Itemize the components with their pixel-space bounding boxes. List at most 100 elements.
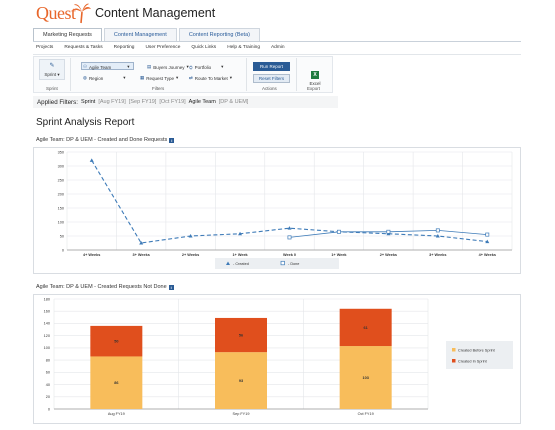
y-tick-label: 80 — [46, 358, 50, 362]
y-tick-label: 300 — [58, 164, 64, 168]
bar-value-label: 93 — [239, 379, 243, 383]
y-tick-label: 160 — [44, 310, 50, 314]
y-tick-label: 200 — [58, 192, 64, 196]
y-tick-label: 50 — [60, 234, 64, 238]
menu-item-help-training[interactable]: Help & Training — [227, 45, 260, 50]
info-icon[interactable]: i — [168, 284, 174, 290]
y-tick-label: 40 — [46, 383, 50, 387]
excel-export-button[interactable]: X Excel — [303, 63, 327, 86]
tab-marketing-requests[interactable]: Marketing Requests — [33, 28, 102, 41]
team-icon: ⚇ — [83, 64, 88, 69]
data-point-done — [287, 235, 292, 240]
line-chart-legend: - Created - Done — [215, 258, 339, 269]
menu-item-quick-links[interactable]: Quick Links — [191, 45, 216, 50]
y-tick-label: 250 — [58, 178, 64, 182]
y-tick-label: 0 — [62, 248, 64, 252]
applied-filters-bar: Applied Filters: Sprint [Aug FY19] [Sep … — [33, 96, 338, 108]
route-icon: ⇄ — [189, 75, 193, 80]
menu-item-admin[interactable]: Admin — [271, 45, 285, 50]
excel-icon: X — [311, 71, 319, 79]
applied-filter-tag: [DP & UEM] — [218, 99, 249, 105]
palm-tree-icon — [72, 3, 91, 24]
menu-item-user-preference[interactable]: User Preference — [145, 45, 180, 50]
legend-swatch — [452, 348, 456, 352]
chevron-down-icon: ▾ — [229, 75, 232, 80]
nav-menu: Projects Requests & Tasks Reporting User… — [36, 45, 285, 50]
sprint-icon: ✎ — [49, 63, 55, 69]
x-tick-label: Sep FY19 — [233, 412, 250, 416]
applied-filter-tag: [Oct FY19] — [159, 99, 186, 105]
data-point-done — [336, 229, 341, 234]
info-icon[interactable]: i — [169, 137, 175, 143]
legend-label: Created Before Sprint — [458, 348, 496, 352]
filter-label: Request Type — [146, 75, 174, 81]
ribbon-separator — [246, 58, 247, 91]
applied-filter-name: Sprint — [80, 99, 96, 105]
y-tick-label: 100 — [44, 346, 50, 350]
bar-chart-legend: Created Before Sprint Created In Sprint — [446, 341, 513, 369]
menu-divider — [33, 54, 521, 55]
y-tick-label: 140 — [44, 322, 50, 326]
line-chart-header: Agile Team: DP & UEM - Created and Done … — [36, 137, 175, 143]
filter-portfolio[interactable]: ⛭ Portfolio ▾ — [189, 64, 223, 70]
filter-label: Agile Team — [89, 64, 112, 70]
ribbon-group-filters: Filters — [152, 86, 165, 91]
filter-label: Route To Market — [194, 75, 228, 81]
filter-request-type[interactable]: ▦ Request Type ▾ — [140, 75, 178, 81]
filter-agile-team[interactable]: ⚇ Agile Team ▾ — [83, 64, 130, 70]
bar-value-label: 61 — [364, 326, 368, 330]
main-tabs: Marketing Requests Content Management Co… — [33, 28, 260, 41]
y-tick-label: 60 — [46, 371, 50, 375]
legend-label-done: - Done — [288, 262, 299, 266]
filter-region[interactable]: ◍ Region ▾ — [83, 75, 125, 81]
legend-marker-done — [280, 260, 285, 266]
chevron-down-icon: ▾ — [175, 75, 179, 80]
sprint-dropdown-button[interactable]: ✎ Sprint ▾ — [39, 59, 65, 80]
applied-filter-name: Agile Team — [188, 99, 216, 105]
x-tick-label: 3+ Weeks — [132, 253, 149, 257]
tab-divider — [33, 41, 521, 42]
portfolio-icon: ⛭ — [189, 64, 193, 70]
bar-value-label: 56 — [239, 333, 243, 337]
ribbon-group-export: Export — [307, 86, 321, 91]
ribbon-separator — [296, 58, 297, 91]
bar-chart-panel: 0 20 40 60 80 100 120 140 160 180 86 50 Aug FY19 93 56… — [33, 294, 521, 424]
filter-buyers-journey[interactable]: ▤ Buyers Journey ▾ — [147, 64, 189, 70]
bar-value-label: 86 — [114, 381, 118, 385]
filter-route-to-market[interactable]: ⇄ Route To Market ▾ — [189, 75, 232, 81]
applied-filter-tag: [Sep FY19] — [128, 99, 157, 105]
chevron-down-icon: ▾ — [127, 64, 130, 69]
bar-value-label: 50 — [114, 340, 118, 344]
filter-label: Portfolio — [194, 64, 212, 70]
x-tick-label: Week 0 — [283, 253, 296, 257]
bar-chart-header: Agile Team: DP & UEM - Created Requests … — [36, 284, 174, 290]
filter-label: Buyers Journey — [153, 64, 185, 70]
ribbon-group-sprint: Sprint — [46, 86, 58, 91]
applied-filters-label: Applied Filters: — [37, 98, 78, 106]
x-tick-label: 3+ Weeks — [429, 253, 446, 257]
tab-content-management[interactable]: Content Management — [103, 28, 177, 41]
chevron-down-icon: ▾ — [221, 64, 224, 69]
y-tick-label: 150 — [58, 206, 64, 210]
data-point-done — [485, 232, 490, 237]
tab-content-reporting[interactable]: Content Reporting (Beta) — [178, 28, 260, 41]
page-title: Sprint Analysis Report — [36, 117, 135, 128]
filter-label: Region — [88, 75, 104, 81]
journey-icon: ▤ — [147, 64, 152, 69]
request-type-icon: ▦ — [140, 75, 145, 80]
globe-icon: ◍ — [83, 75, 87, 80]
chevron-down-icon: ▾ — [123, 75, 126, 80]
line-chart-panel: 0 50 100 150 200 250 300 350 4+ Weeks 3+ Weeks 2+ … — [33, 147, 521, 274]
ribbon-group-actions: Actions — [262, 86, 277, 91]
sprint-label: Sprint — [44, 72, 57, 77]
bar-value-label: 103 — [362, 376, 368, 380]
reset-filters-button[interactable]: Reset Filters — [253, 74, 290, 83]
menu-item-requests-tasks[interactable]: Requests & Tasks — [64, 45, 102, 50]
y-tick-label: 100 — [58, 220, 64, 224]
menu-item-reporting[interactable]: Reporting — [114, 45, 135, 50]
chevron-down-icon: ▾ — [57, 72, 60, 77]
menu-item-projects[interactable]: Projects — [36, 45, 53, 50]
x-tick-label: Oct FY19 — [358, 412, 374, 416]
run-report-button[interactable]: Run Report — [253, 62, 290, 71]
x-tick-label: 2+ Weeks — [380, 253, 397, 257]
